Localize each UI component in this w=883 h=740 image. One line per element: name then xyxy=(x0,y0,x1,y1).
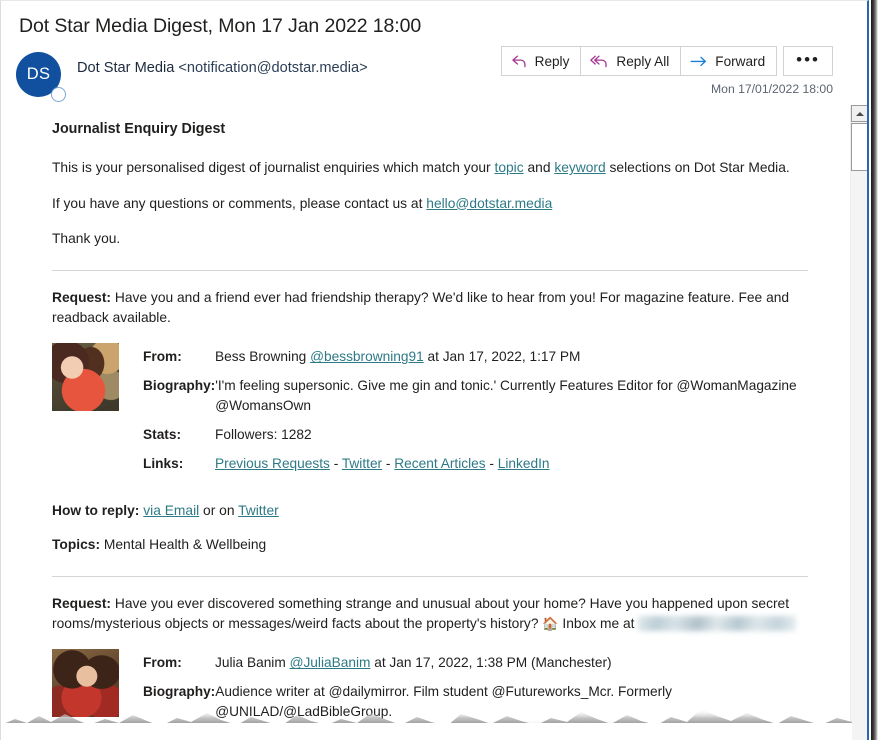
request-label-2: Request: xyxy=(52,595,112,611)
journalist-handle-1[interactable]: @bessbrowning91 xyxy=(310,349,424,364)
enquiry-1-topics: Topics: Mental Health & Wellbeing xyxy=(52,535,808,555)
vertical-scrollbar[interactable] xyxy=(850,105,867,740)
message-actions-toolbar: Reply Reply All Forward ••• xyxy=(500,46,833,76)
email-reading-pane-window: Dot Star Media Digest, Mon 17 Jan 2022 1… xyxy=(0,0,869,740)
link-sep-1a: - xyxy=(329,455,342,471)
intro-paragraph-3: Thank you. xyxy=(52,231,121,247)
reply-via-twitter-link-1[interactable]: Twitter xyxy=(238,503,279,518)
enquiry-1-profile: From: Bess Browning @bessbrowning91 at J… xyxy=(52,343,808,482)
links-label-1: Links: xyxy=(143,455,184,471)
ellipsis-icon: ••• xyxy=(796,49,820,69)
or-on-text-1: or on xyxy=(199,502,239,518)
keyword-link[interactable]: keyword xyxy=(554,160,605,175)
topic-link[interactable]: topic xyxy=(494,160,523,175)
enquiry-1-bio-row: Biography: 'I'm feeling supersonic. Give… xyxy=(143,376,808,416)
reply-label: Reply xyxy=(534,53,570,69)
intro-text-b: and xyxy=(523,160,555,175)
house-emoji-icon: 🏠 xyxy=(542,615,559,631)
reply-all-button[interactable]: Reply All xyxy=(580,46,682,76)
redacted-email-1 xyxy=(638,615,797,631)
request-text-1: Have you and a friend ever had friendshi… xyxy=(52,289,790,325)
journalist-name-2: Julia Banim xyxy=(215,655,286,671)
from-label-1: From: xyxy=(143,349,182,365)
stats-value-1: Followers: 1282 xyxy=(215,427,312,443)
topics-value-1: Mental Health & Wellbeing xyxy=(103,536,267,552)
bio-line2-1: @WomansOwn xyxy=(215,398,312,414)
journalist-handle-2[interactable]: @JuliaBanim xyxy=(290,655,371,670)
enquiry-1-request: Request: Have you and a friend ever had … xyxy=(52,288,808,328)
intro-paragraph-1: This is your personalised digest of jour… xyxy=(52,158,808,178)
links-value-1: Previous Requests - Twitter - Recent Art… xyxy=(215,454,808,474)
link-previous-requests-1[interactable]: Previous Requests xyxy=(215,456,330,471)
contact-text: If you have any questions or comments, p… xyxy=(52,195,427,211)
request-label-1: Request: xyxy=(52,289,112,305)
forward-label: Forward xyxy=(715,53,766,69)
biography-label-1: Biography: xyxy=(143,378,216,394)
window-outer-background xyxy=(878,0,883,740)
forward-arrow-icon xyxy=(690,55,708,68)
link-recent-articles-1[interactable]: Recent Articles xyxy=(394,456,485,471)
intro-paragraph-2: If you have any questions or comments, p… xyxy=(52,194,808,214)
stats-label-1: Stats: xyxy=(143,427,182,443)
sender-line[interactable]: Dot Star Media <notification@dotstar.med… xyxy=(77,60,368,76)
enquiry-1-stats-row: Stats: Followers: 1282 xyxy=(143,425,808,445)
scroll-up-button[interactable] xyxy=(851,105,867,122)
bio-line1-2: Audience writer at @dailymirror. Film st… xyxy=(215,684,673,720)
torn-edge-fade xyxy=(1,723,852,740)
email-subject: Dot Star Media Digest, Mon 17 Jan 2022 1… xyxy=(19,15,422,37)
sender-address: <notification@dotstar.media> xyxy=(178,60,368,76)
journalist-photo-1 xyxy=(52,343,119,412)
reply-all-label: Reply All xyxy=(616,53,670,69)
link-linkedin-1[interactable]: LinkedIn xyxy=(498,456,550,471)
reply-icon xyxy=(511,54,528,69)
message-body: Journalist Enquiry Digest This is your p… xyxy=(1,105,852,740)
enquiry-1-from-row: From: Bess Browning @bessbrowning91 at J… xyxy=(143,347,808,367)
from-meta-2: at Jan 17, 2022, 1:38 PM (Manchester) xyxy=(370,655,612,671)
how-to-reply-label-1: How to reply: xyxy=(52,502,140,518)
divider-1 xyxy=(52,269,808,271)
digest-heading: Journalist Enquiry Digest xyxy=(52,121,226,137)
link-sep-1b: - xyxy=(382,455,395,471)
divider-2 xyxy=(52,575,808,577)
bio-line1-1: 'I'm feeling supersonic. Give me gin and… xyxy=(215,378,797,394)
topics-label-1: Topics: xyxy=(52,536,101,552)
sender-avatar[interactable]: DS xyxy=(16,52,66,102)
window-drop-shadow xyxy=(871,0,878,740)
forward-button[interactable]: Forward xyxy=(680,46,778,76)
request-text-2b: Inbox me at xyxy=(558,615,639,631)
from-label-2: From: xyxy=(143,655,182,671)
reply-via-email-link-1[interactable]: via Email xyxy=(143,503,199,518)
enquiry-1-links-row: Links: Previous Requests - Twitter - Rec… xyxy=(143,454,808,474)
reply-button[interactable]: Reply xyxy=(500,46,582,76)
enquiry-2-request: Request: Have you ever discovered someth… xyxy=(52,594,808,634)
link-sep-1c: - xyxy=(485,455,498,471)
contact-email-link[interactable]: hello@dotstar.media xyxy=(426,196,552,211)
scrollbar-thumb[interactable] xyxy=(851,123,867,171)
chevron-up-icon xyxy=(855,111,864,116)
journalist-photo-2 xyxy=(52,649,119,718)
sender-name: Dot Star Media xyxy=(77,60,175,76)
presence-indicator-icon xyxy=(51,87,66,102)
reply-all-icon xyxy=(590,54,609,69)
enquiry-2-from-row: From: Julia Banim @JuliaBanim at Jan 17,… xyxy=(143,653,808,673)
more-actions-button[interactable]: ••• xyxy=(783,46,833,76)
from-value-2: Julia Banim @JuliaBanim at Jan 17, 2022,… xyxy=(215,653,808,673)
from-value-1: Bess Browning @bessbrowning91 at Jan 17,… xyxy=(215,347,808,367)
biography-value-1: 'I'm feeling supersonic. Give me gin and… xyxy=(215,376,808,416)
intro-text-c: selections on Dot Star Media. xyxy=(605,160,790,175)
received-timestamp: Mon 17/01/2022 18:00 xyxy=(711,82,833,96)
enquiry-1-fields: From: Bess Browning @bessbrowning91 at J… xyxy=(119,343,808,482)
intro-text-a: This is your personalised digest of jour… xyxy=(52,160,495,175)
enquiry-1-how-to-reply: How to reply: via Email or on Twitter xyxy=(52,501,808,521)
journalist-name-1: Bess Browning xyxy=(215,349,307,365)
from-meta-1: at Jan 17, 2022, 1:17 PM xyxy=(423,349,581,365)
link-twitter-1[interactable]: Twitter xyxy=(342,456,382,471)
